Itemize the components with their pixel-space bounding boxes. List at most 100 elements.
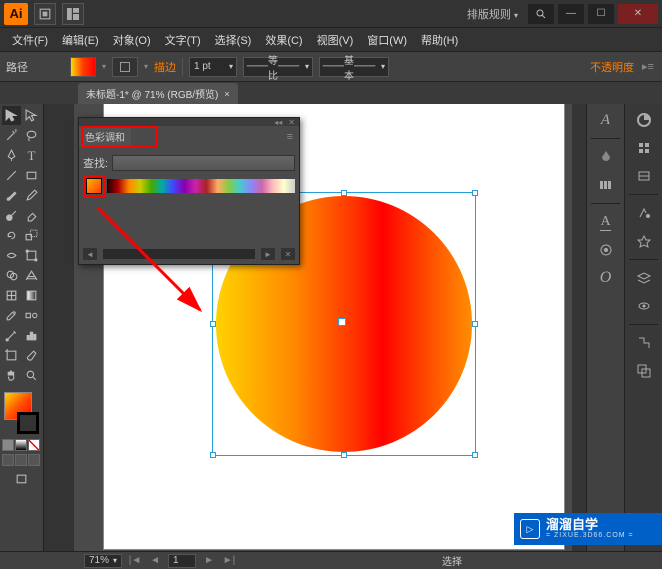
panel-menu-icon[interactable]: ≡ xyxy=(287,131,299,143)
draw-mode-normal[interactable] xyxy=(2,454,14,466)
color-guide-panel-icon[interactable] xyxy=(592,173,620,197)
draw-mode-inside[interactable] xyxy=(28,454,40,466)
width-tool[interactable] xyxy=(2,246,21,265)
color-mode-solid[interactable] xyxy=(2,439,14,451)
align-panel-icon[interactable] xyxy=(630,331,658,355)
magic-wand-tool[interactable] xyxy=(2,126,21,145)
handle-tc[interactable] xyxy=(341,190,347,196)
blob-brush-tool[interactable] xyxy=(2,206,21,225)
nav-first-button[interactable]: |◄ xyxy=(128,555,142,566)
search-input[interactable] xyxy=(112,155,295,171)
minimize-button[interactable]: — xyxy=(558,4,584,24)
document-tab[interactable]: 未标题-1* @ 71% (RGB/预览) × xyxy=(78,83,238,104)
artboards-panel-icon[interactable] xyxy=(630,294,658,318)
layers-panel-icon[interactable] xyxy=(630,266,658,290)
symbols-panel-icon[interactable] xyxy=(630,164,658,188)
scale-tool[interactable] xyxy=(22,226,41,245)
line-tool[interactable] xyxy=(2,166,21,185)
search-button[interactable] xyxy=(528,4,554,24)
menu-effect[interactable]: 效果(C) xyxy=(259,30,308,50)
handle-mr[interactable] xyxy=(472,321,478,327)
graphic-styles-panel-icon[interactable] xyxy=(630,229,658,253)
menu-view[interactable]: 视图(V) xyxy=(311,30,360,50)
scroll-clear-button[interactable]: ✕ xyxy=(281,248,295,260)
uniform-dropdown-1[interactable]: ─── 等比 ─── xyxy=(243,57,313,77)
symbol-sprayer-tool[interactable] xyxy=(2,326,21,345)
nav-last-button[interactable]: ►| xyxy=(222,555,236,566)
fill-stroke-indicator[interactable] xyxy=(2,390,41,436)
screen-mode-button[interactable] xyxy=(2,470,41,489)
menu-object[interactable]: 对象(O) xyxy=(107,30,157,50)
panel-header[interactable]: ◂◂ ✕ xyxy=(79,118,299,126)
active-harmony-swatch[interactable] xyxy=(86,178,102,194)
maximize-button[interactable]: ☐ xyxy=(588,4,614,24)
slice-tool[interactable] xyxy=(22,346,41,365)
lasso-tool[interactable] xyxy=(22,126,41,145)
stroke-panel-icon[interactable]: A xyxy=(592,210,620,234)
draw-mode-behind[interactable] xyxy=(15,454,27,466)
blend-tool[interactable] xyxy=(22,306,41,325)
stroke-color-box[interactable] xyxy=(17,412,39,434)
pencil-tool[interactable] xyxy=(22,186,41,205)
gradient-tool[interactable] xyxy=(22,286,41,305)
menu-edit[interactable]: 编辑(E) xyxy=(56,30,105,50)
harmony-color-strip[interactable] xyxy=(107,179,295,193)
character-panel-icon[interactable]: A xyxy=(592,108,620,132)
stroke-label[interactable]: 描边 xyxy=(154,59,176,75)
uniform-dropdown-2[interactable]: ─── 基本 ─── xyxy=(319,57,389,77)
color-panel-icon[interactable] xyxy=(592,145,620,169)
transparency-panel-icon[interactable]: O xyxy=(592,266,620,290)
nav-next-button[interactable]: ► xyxy=(202,555,216,566)
artboard-tool[interactable] xyxy=(2,346,21,365)
menu-help[interactable]: 帮助(H) xyxy=(415,30,464,50)
opacity-label[interactable]: 不透明度 xyxy=(590,59,634,75)
zoom-dropdown[interactable]: 71%▾ xyxy=(84,554,122,568)
panel-tab-harmony[interactable]: 色彩调和 xyxy=(79,126,131,147)
gradient-panel-icon[interactable] xyxy=(592,238,620,262)
direct-selection-tool[interactable] xyxy=(22,106,41,125)
layout-rules-dropdown[interactable]: 排版规则 ▾ xyxy=(467,6,518,22)
zoom-tool[interactable] xyxy=(22,366,41,385)
artboard-number-input[interactable]: 1 xyxy=(168,554,196,568)
rotate-tool[interactable] xyxy=(2,226,21,245)
swatch-panel-icon[interactable] xyxy=(630,108,658,132)
stroke-weight-dropdown[interactable]: 1 pt xyxy=(189,57,237,77)
menu-text[interactable]: 文字(T) xyxy=(159,30,207,50)
stroke-swatch[interactable] xyxy=(112,57,138,77)
nav-prev-button[interactable]: ◄ xyxy=(148,555,162,566)
handle-ml[interactable] xyxy=(210,321,216,327)
scroll-left-button[interactable]: ◄ xyxy=(83,248,97,260)
free-transform-tool[interactable] xyxy=(22,246,41,265)
type-tool[interactable]: T xyxy=(22,146,41,165)
panel-close-icon[interactable]: ✕ xyxy=(288,118,295,126)
control-menu-icon[interactable]: ▸≡ xyxy=(640,60,656,73)
hand-tool[interactable] xyxy=(2,366,21,385)
scroll-track[interactable] xyxy=(103,249,255,259)
paintbrush-tool[interactable] xyxy=(2,186,21,205)
handle-bc[interactable] xyxy=(341,452,347,458)
menu-window[interactable]: 窗口(W) xyxy=(361,30,413,50)
color-mode-none[interactable] xyxy=(28,439,40,451)
handle-tr[interactable] xyxy=(472,190,478,196)
scroll-right-button[interactable]: ► xyxy=(261,248,275,260)
appearance-panel-icon[interactable] xyxy=(630,201,658,225)
fill-swatch[interactable] xyxy=(70,57,96,77)
menu-file[interactable]: 文件(F) xyxy=(6,30,54,50)
eyedropper-tool[interactable] xyxy=(2,306,21,325)
eraser-tool[interactable] xyxy=(22,206,41,225)
vertical-scrollbar[interactable] xyxy=(572,104,586,551)
pen-tool[interactable] xyxy=(2,146,21,165)
panel-collapse-icon[interactable]: ◂◂ xyxy=(274,118,282,126)
perspective-grid-tool[interactable] xyxy=(22,266,41,285)
brushes-panel-icon[interactable] xyxy=(630,136,658,160)
selection-tool[interactable] xyxy=(2,106,21,125)
handle-br[interactable] xyxy=(472,452,478,458)
column-graph-tool[interactable] xyxy=(22,326,41,345)
pathfinder-panel-icon[interactable] xyxy=(630,359,658,383)
mesh-tool[interactable] xyxy=(2,286,21,305)
bridge-icon[interactable] xyxy=(34,3,56,25)
rectangle-tool[interactable] xyxy=(22,166,41,185)
center-point[interactable] xyxy=(338,318,346,326)
menu-select[interactable]: 选择(S) xyxy=(209,30,258,50)
handle-bl[interactable] xyxy=(210,452,216,458)
